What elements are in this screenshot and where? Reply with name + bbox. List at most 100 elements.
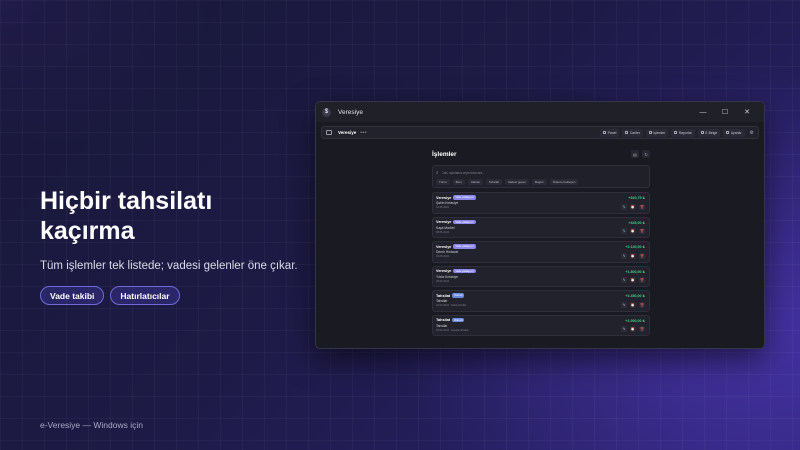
transaction-date: 18.04.2024 · Havale tahsilat (436, 328, 469, 332)
transaction-card[interactable]: Tahsilat Ödendi Tahsilat 18.04.2024 · Ha… (432, 314, 650, 336)
transaction-actions: ✎ ⏰ 🗑 (621, 228, 645, 234)
transaction-actions: ✎ ⏰ 🗑 (621, 301, 645, 308)
transaction-card[interactable]: Veresiye Vade yaklaşıyor Demir Hırdavat … (432, 241, 650, 263)
trash-icon[interactable]: 🗑 (639, 228, 645, 234)
transaction-amount: +920,75 ₺ (628, 196, 645, 200)
filter-today[interactable]: Bugün (532, 179, 547, 185)
window-controls: — ☐ ✕ (692, 102, 758, 122)
transaction-card[interactable]: Veresiye Vade yaklaşıyor Yıldız Kırtasiy… (432, 265, 650, 287)
transactions-panel: İşlemler ▤ ↻ ⌕ Tümü Borç Alacak Tahsilat… (432, 148, 650, 336)
transaction-card[interactable]: Veresiye Vade yaklaşıyor Kaya Market 08.… (432, 216, 650, 238)
transaction-card[interactable]: Veresiye Vade yaklaşıyor Şahin Kırtasiye… (432, 192, 650, 214)
status-badge: Vade yaklaşıyor (453, 195, 476, 200)
nav-item-cariler[interactable]: Cariler (622, 128, 643, 137)
filter-chips: Tümü Borç Alacak Tahsilat Vadesi geçen B… (436, 179, 646, 185)
footer-caption: e-Veresiye — Windows için (40, 420, 143, 430)
reminders-button[interactable]: Hatırlatıcılar (110, 286, 180, 305)
nav-label: İşlemler (653, 130, 666, 135)
maximize-button[interactable]: ☐ (714, 102, 736, 122)
customer-name: Yıldız Kırtasiye (436, 274, 458, 279)
filter-all[interactable]: Tümü (436, 179, 450, 185)
status-badge: Vade yaklaşıyor (453, 244, 476, 249)
main-nav: Panel Cariler İşlemler Raporlar E-Belge … (600, 128, 754, 137)
nav-item-panel[interactable]: Panel (600, 128, 620, 137)
transaction-date: 29.04.2024 (436, 279, 449, 283)
bell-icon[interactable]: ⏰ (630, 252, 636, 259)
transaction-header: Tahsilat Ödendi (436, 293, 646, 298)
trash-icon[interactable]: 🗑 (639, 301, 645, 308)
doc-icon (700, 131, 704, 134)
window-title: Veresiye (338, 108, 363, 116)
filter-debt[interactable]: Borç (452, 179, 465, 185)
bell-icon[interactable]: ⏰ (630, 301, 636, 308)
transaction-header: Veresiye Vade yaklaşıyor (436, 268, 646, 274)
transaction-list: Veresiye Vade yaklaşıyor Şahin Kırtasiye… (432, 192, 650, 336)
filter-receivable[interactable]: Alacak (467, 179, 483, 185)
transaction-actions: ✎ ⏰ 🗑 (621, 326, 645, 332)
sidebar-toggle-icon[interactable] (326, 130, 332, 135)
chart-icon (674, 131, 678, 134)
filter-pending[interactable]: Ödeme bekleyen (549, 179, 579, 185)
transaction-amount: +1.000,00 ₺ (625, 318, 645, 323)
status-badge: Ödendi (452, 317, 465, 323)
transaction-header: Veresiye Vade yaklaşıyor (436, 244, 646, 249)
window-titlebar: $ Veresiye — ☐ ✕ (316, 102, 764, 122)
customer-name: Kaya Market (436, 225, 455, 230)
trash-icon[interactable]: 🗑 (639, 277, 645, 283)
transaction-date: 08.05.2024 (436, 230, 449, 234)
search-input[interactable] (441, 169, 646, 176)
settings-icon (726, 131, 730, 134)
minimize-button[interactable]: — (692, 102, 714, 122)
bell-icon[interactable]: ⏰ (630, 228, 636, 234)
nav-item-ebelge[interactable]: E-Belge (697, 128, 721, 137)
trash-icon[interactable]: 🗑 (639, 252, 645, 259)
transaction-type: Veresiye (436, 220, 452, 224)
bell-icon[interactable]: ⏰ (630, 326, 636, 332)
close-button[interactable]: ✕ (736, 102, 758, 122)
transaction-date: 03.05.2024 (436, 255, 449, 258)
hero-title-line-2: kaçırma (40, 217, 135, 245)
page-title: İşlemler (432, 150, 457, 158)
edit-icon[interactable]: ✎ (621, 277, 627, 283)
nav-item-islemler[interactable]: İşlemler (645, 128, 669, 137)
export-icon[interactable]: ▤ (631, 150, 639, 158)
trash-icon[interactable]: 🗑 (639, 326, 645, 332)
status-badge: Ödendi (452, 293, 465, 298)
transaction-actions: ✎ ⏰ 🗑 (621, 277, 645, 283)
transaction-type: Veresiye (436, 195, 452, 200)
transaction-header: Veresiye Vade yaklaşıyor (436, 219, 646, 225)
app-toolbar: Veresiye ••• Panel Cariler İşlemler Rapo… (321, 126, 759, 139)
transaction-amount: +1.800,00 ₺ (625, 269, 645, 274)
customer-name: Demir Hırdavat (436, 250, 459, 254)
bell-icon[interactable]: ⏰ (630, 277, 636, 283)
transaction-date: 24.04.2024 · Nakit tahsilat (436, 304, 467, 307)
search-row: ⌕ (436, 168, 646, 177)
transaction-actions: ✎ ⏰ 🗑 (621, 203, 645, 210)
trash-icon[interactable]: 🗑 (639, 203, 645, 210)
gear-icon[interactable]: ⚙ (750, 130, 754, 136)
edit-icon[interactable]: ✎ (621, 228, 627, 234)
more-options-icon[interactable]: ••• (360, 130, 367, 136)
edit-icon[interactable]: ✎ (621, 326, 627, 332)
edit-icon[interactable]: ✎ (621, 252, 627, 259)
transaction-header: Veresiye Vade yaklaşıyor (436, 195, 646, 200)
nav-item-raporlar[interactable]: Raporlar (671, 128, 695, 137)
nav-label: Ayarlar (730, 130, 742, 135)
customer-name: Tahsilat (436, 323, 448, 328)
refresh-icon[interactable]: ↻ (642, 150, 650, 158)
edit-icon[interactable]: ✎ (621, 301, 627, 308)
nav-label: Cariler (629, 130, 640, 135)
filter-overdue[interactable]: Vadesi geçen (505, 179, 529, 185)
nav-item-ayarlar[interactable]: Ayarlar (723, 128, 745, 137)
due-tracking-button[interactable]: Vade takibi (40, 286, 105, 305)
bell-icon[interactable]: ⏰ (630, 203, 636, 210)
nav-label: E-Belge (705, 130, 718, 135)
filter-collection[interactable]: Tahsilat (485, 179, 503, 185)
hero-title-line-1: Hiçbir tahsilatı (40, 187, 213, 215)
header-tools: ▤ ↻ (631, 150, 650, 158)
edit-icon[interactable]: ✎ (621, 203, 627, 210)
transaction-header: Tahsilat Ödendi (436, 317, 646, 323)
transaction-card[interactable]: Tahsilat Ödendi Tahsilat 24.04.2024 · Na… (432, 290, 650, 312)
search-icon: ⌕ (436, 170, 439, 175)
transaction-amount: +2.450,00 ₺ (625, 294, 645, 298)
